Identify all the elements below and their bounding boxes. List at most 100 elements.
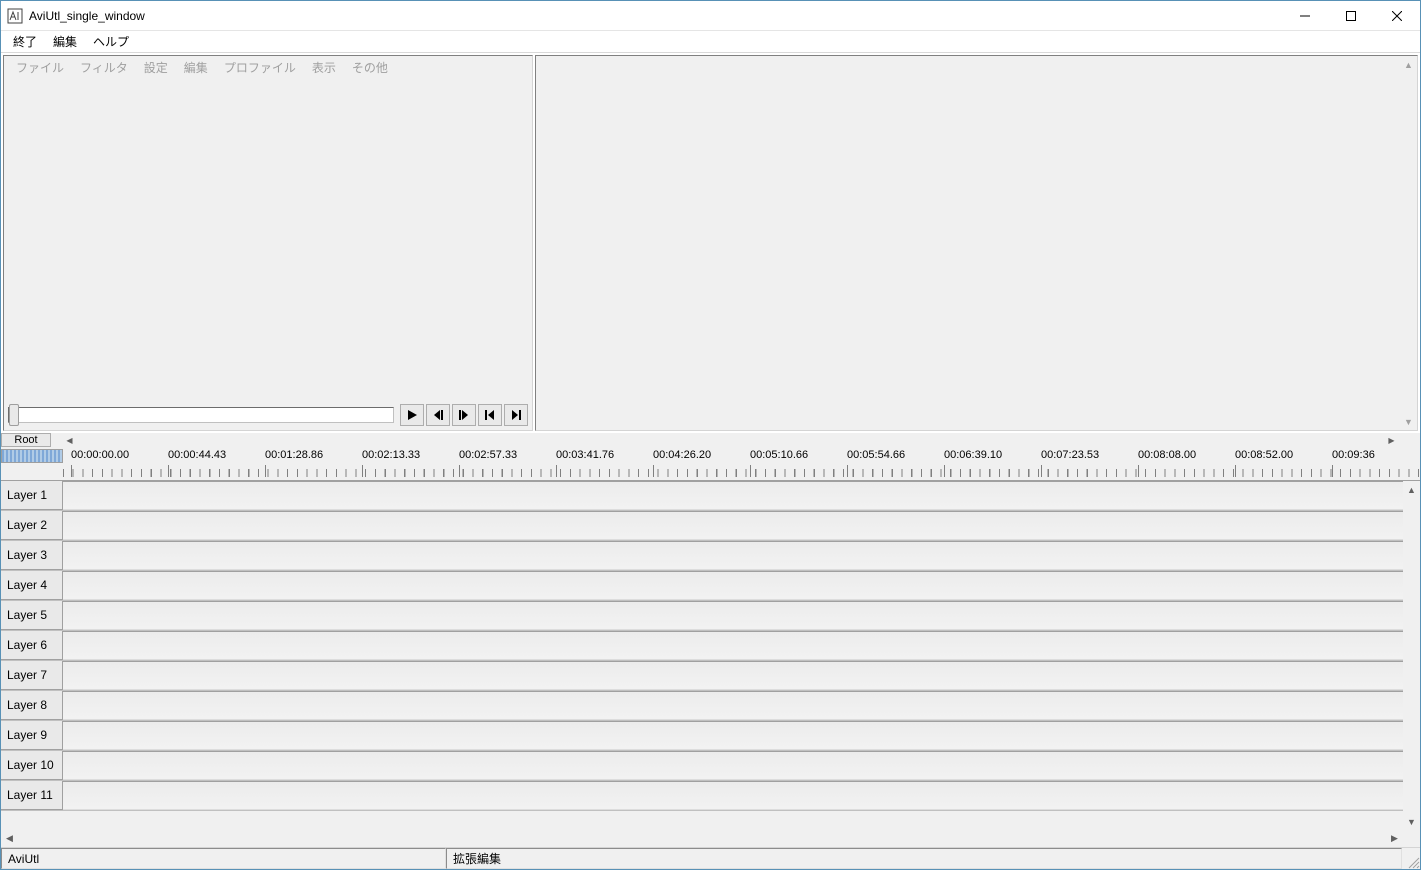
scroll-down-icon[interactable]: ▼ [1403, 813, 1420, 830]
timecode-label: 00:00:00.00 [71, 449, 129, 461]
submenu-edit[interactable]: 編集 [178, 57, 214, 78]
root-button[interactable]: Root [1, 433, 51, 447]
preview-panel: ファイル フィルタ 設定 編集 プロファイル 表示 その他 [3, 55, 533, 431]
scroll-track[interactable] [1400, 73, 1417, 413]
go-start-button[interactable] [478, 404, 502, 426]
submenu-filter[interactable]: フィルタ [74, 57, 134, 78]
layer-label[interactable]: Layer 2 [1, 511, 63, 540]
status-cell-ext: 拡張編集 [446, 848, 1402, 869]
status-cell-app: AviUtl [1, 848, 446, 869]
playback-bar [4, 404, 532, 430]
layer-label[interactable]: Layer 11 [1, 781, 63, 810]
layer-track[interactable] [63, 781, 1420, 810]
timecode-label: 00:06:39.10 [944, 449, 1002, 461]
layer-row: Layer 3 [1, 541, 1420, 571]
layer-label[interactable]: Layer 4 [1, 571, 63, 600]
timecode-label: 00:08:52.00 [1235, 449, 1293, 461]
layer-label[interactable]: Layer 8 [1, 691, 63, 720]
layer-label[interactable]: Layer 7 [1, 661, 63, 690]
layer-row: Layer 11 [1, 781, 1420, 811]
layer-track[interactable] [63, 571, 1420, 600]
layer-label[interactable]: Layer 10 [1, 751, 63, 780]
timecode-label: 00:05:10.66 [750, 449, 808, 461]
timeline-top-scrollbar[interactable]: ◀ ▶ [61, 433, 1400, 447]
layer-track[interactable] [63, 631, 1420, 660]
app-window: AviUtl_single_window 終了 編集 ヘルプ ファイル フィルタ… [0, 0, 1421, 870]
go-end-button[interactable] [504, 404, 528, 426]
layer-row: Layer 8 [1, 691, 1420, 721]
timeline-panel: Root ◀ ▶ 00:00:00.00 00:00:44.43 00:01:28.… [1, 433, 1420, 847]
submenu-file[interactable]: ファイル [10, 57, 70, 78]
timecode-label: 00:01:28.86 [265, 449, 323, 461]
resize-grip-icon[interactable] [1402, 848, 1420, 869]
timecode-label: 00:03:41.76 [556, 449, 614, 461]
layer-label[interactable]: Layer 3 [1, 541, 63, 570]
properties-panel: ▲ ▼ [535, 55, 1418, 431]
zoom-indicator[interactable] [1, 449, 63, 463]
menu-exit[interactable]: 終了 [7, 31, 43, 52]
scroll-left-icon[interactable]: ◀ [1, 830, 18, 847]
layer-row: Layer 1 [1, 481, 1420, 511]
layer-label[interactable]: Layer 9 [1, 721, 63, 750]
layer-track[interactable] [63, 661, 1420, 690]
minimize-button[interactable] [1282, 1, 1328, 31]
preview-area [4, 78, 532, 404]
layer-track[interactable] [63, 511, 1420, 540]
layer-track[interactable] [63, 691, 1420, 720]
scroll-down-icon[interactable]: ▼ [1400, 413, 1417, 430]
timecode-label: 00:02:13.33 [362, 449, 420, 461]
status-bar: AviUtl 拡張編集 [1, 847, 1420, 869]
layer-track[interactable] [63, 481, 1420, 510]
play-button[interactable] [400, 404, 424, 426]
timecode-label: 00:05:54.66 [847, 449, 905, 461]
title-bar: AviUtl_single_window [1, 1, 1420, 31]
main-menu-bar: 終了 編集 ヘルプ [1, 31, 1420, 53]
timeline-vscrollbar[interactable]: ▲ ▼ [1403, 481, 1420, 830]
seek-thumb[interactable] [9, 404, 19, 426]
maximize-button[interactable] [1328, 1, 1374, 31]
menu-edit[interactable]: 編集 [47, 31, 83, 52]
menu-help[interactable]: ヘルプ [87, 31, 135, 52]
timecode-label: 00:08:08.00 [1138, 449, 1196, 461]
layer-row: Layer 9 [1, 721, 1420, 751]
layer-row: Layer 6 [1, 631, 1420, 661]
layer-label[interactable]: Layer 5 [1, 601, 63, 630]
timecode-label: 00:07:23.53 [1041, 449, 1099, 461]
layer-row: Layer 4 [1, 571, 1420, 601]
scroll-track[interactable] [1403, 498, 1420, 813]
scroll-right-icon[interactable]: ▶ [1386, 830, 1403, 847]
timecode-label: 00:02:57.33 [459, 449, 517, 461]
preview-submenu: ファイル フィルタ 設定 編集 プロファイル 表示 その他 [4, 56, 532, 78]
submenu-settings[interactable]: 設定 [138, 57, 174, 78]
layer-track[interactable] [63, 541, 1420, 570]
layer-track[interactable] [63, 751, 1420, 780]
app-icon [7, 8, 23, 24]
close-button[interactable] [1374, 1, 1420, 31]
properties-vscrollbar[interactable]: ▲ ▼ [1400, 56, 1417, 430]
timeline-layers: Layer 1Layer 2Layer 3Layer 4Layer 5Layer… [1, 481, 1420, 830]
step-back-button[interactable] [426, 404, 450, 426]
seek-slider[interactable] [8, 407, 394, 423]
timeline-bottom-scrollbar[interactable]: ◀ ▶ [1, 830, 1420, 847]
timecode-label: 00:04:26.20 [653, 449, 711, 461]
submenu-other[interactable]: その他 [346, 57, 394, 78]
window-title: AviUtl_single_window [29, 9, 145, 23]
step-forward-button[interactable] [452, 404, 476, 426]
layer-row: Layer 2 [1, 511, 1420, 541]
submenu-profile[interactable]: プロファイル [218, 57, 302, 78]
timecode-label: 00:09:36 [1332, 449, 1375, 461]
layer-row: Layer 10 [1, 751, 1420, 781]
layer-track[interactable] [63, 601, 1420, 630]
layer-label[interactable]: Layer 1 [1, 481, 63, 510]
scroll-up-icon[interactable]: ▲ [1400, 56, 1417, 73]
timecode-label: 00:00:44.43 [168, 449, 226, 461]
submenu-view[interactable]: 表示 [306, 57, 342, 78]
scroll-right-icon[interactable]: ▶ [1383, 433, 1400, 447]
layer-row: Layer 7 [1, 661, 1420, 691]
layer-row: Layer 5 [1, 601, 1420, 631]
timeline-ruler[interactable]: 00:00:00.00 00:00:44.43 00:01:28.86 00:02:1… [63, 447, 1420, 480]
layer-label[interactable]: Layer 6 [1, 631, 63, 660]
scroll-left-icon[interactable]: ◀ [61, 433, 78, 447]
scroll-up-icon[interactable]: ▲ [1403, 481, 1420, 498]
layer-track[interactable] [63, 721, 1420, 750]
